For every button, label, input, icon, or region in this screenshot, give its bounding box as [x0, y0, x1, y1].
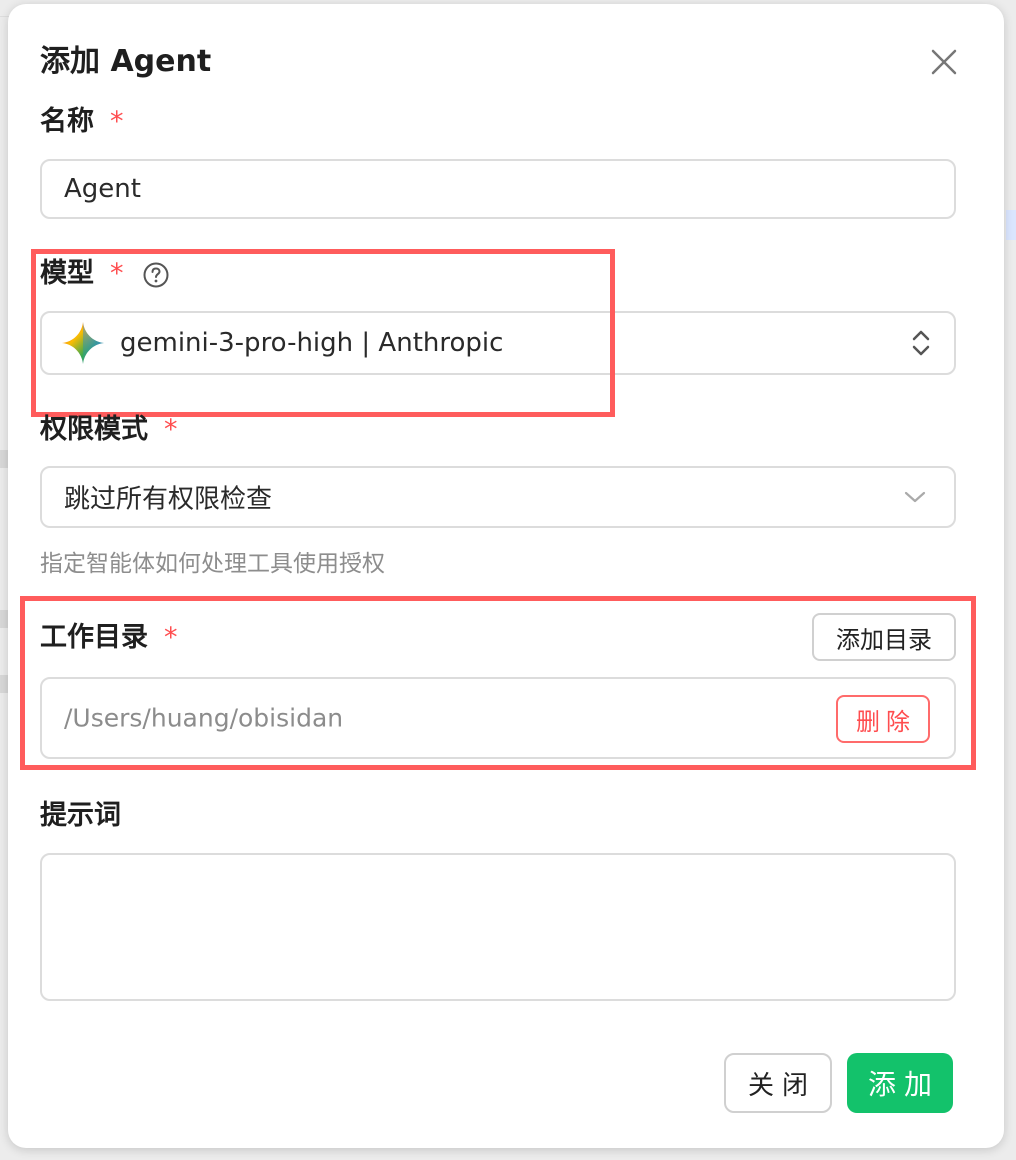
background-element-right	[1006, 210, 1016, 240]
background-element-left	[0, 450, 8, 468]
name-input[interactable]: Agent	[40, 159, 956, 219]
chevron-down-icon	[904, 491, 926, 503]
add-agent-button[interactable]: 添加	[847, 1053, 953, 1113]
add-directory-button[interactable]: 添加目录	[812, 613, 956, 661]
required-mark: *	[110, 258, 124, 289]
prompt-textarea[interactable]	[40, 853, 956, 1001]
prompt-label: 提示词	[40, 798, 121, 834]
permission-label: 权限模式 *	[40, 412, 178, 448]
close-icon	[931, 49, 957, 75]
prompt-label-text: 提示词	[40, 800, 121, 831]
required-mark: *	[110, 106, 124, 137]
help-icon[interactable]	[142, 261, 170, 289]
background-element-left	[0, 610, 8, 628]
model-select-value: gemini-3-pro-high | Anthropic	[120, 328, 504, 358]
name-input-value: Agent	[64, 174, 141, 204]
required-mark: *	[164, 414, 178, 445]
model-select[interactable]: gemini-3-pro-high | Anthropic	[40, 311, 956, 375]
workdir-path: /Users/huang/obisidan	[64, 703, 344, 733]
gemini-icon	[60, 320, 106, 366]
name-label: 名称 *	[40, 104, 124, 140]
close-button[interactable]	[926, 44, 962, 80]
delete-directory-button[interactable]: 删除	[836, 695, 930, 743]
permission-label-text: 权限模式	[40, 414, 148, 445]
name-label-text: 名称	[40, 106, 94, 137]
modal-title: 添加 Agent	[40, 44, 212, 79]
background-element-left	[0, 675, 8, 693]
chevron-up-down-icon	[912, 330, 930, 356]
workdir-label: 工作目录 *	[40, 620, 178, 656]
model-label: 模型 *	[40, 256, 170, 292]
workdir-label-text: 工作目录	[40, 622, 148, 653]
required-mark: *	[164, 622, 178, 653]
permission-select-value: 跳过所有权限检查	[64, 484, 273, 515]
permission-help-text: 指定智能体如何处理工具使用授权	[40, 551, 385, 577]
workdir-item: /Users/huang/obisidan 删除	[40, 677, 956, 759]
add-agent-modal: 添加 Agent 名称 * Agent 模型 * gemini-3-pro-hi…	[8, 4, 1004, 1148]
permission-select[interactable]: 跳过所有权限检查	[40, 466, 956, 528]
close-modal-button[interactable]: 关闭	[724, 1053, 832, 1113]
model-label-text: 模型	[40, 258, 94, 289]
